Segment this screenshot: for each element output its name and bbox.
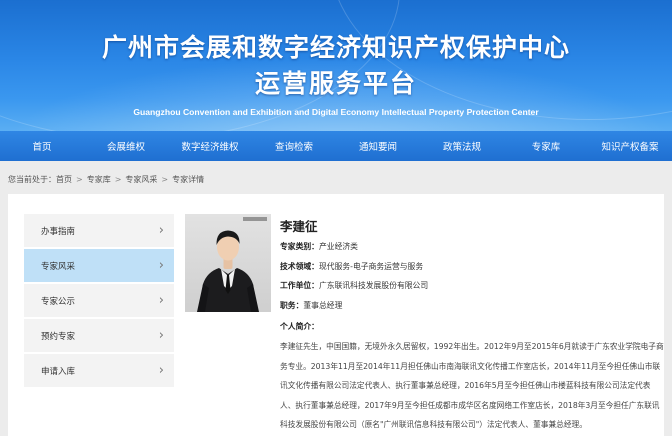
breadcrumb-prefix: 您当前处于： <box>8 175 56 184</box>
header-banner: 广州市会展和数字经济知识产权保护中心 运营服务平台 Guangzhou Conv… <box>0 0 672 131</box>
breadcrumb-separator: > <box>114 175 122 184</box>
chevron-right-icon: › <box>158 293 164 308</box>
sidebar-item-book-expert[interactable]: 预约专家 › <box>24 319 174 352</box>
expert-field-value: 现代服务-电子商务运营与服务 <box>318 262 424 271</box>
breadcrumb-separator: > <box>161 175 169 184</box>
sidebar-item-label: 申请入库 <box>41 366 76 377</box>
sidebar-item-label: 预约专家 <box>41 331 76 342</box>
sidebar-item-label: 办事指南 <box>41 226 76 237</box>
breadcrumb: 您当前处于：首页 > 专家库 > 专家风采 > 专家详情 <box>0 171 672 189</box>
expert-name: 李建征 <box>280 219 318 234</box>
sidebar-item-apply[interactable]: 申请入库 › <box>24 354 174 387</box>
site-title: 广州市会展和数字经济知识产权保护中心 <box>101 33 570 62</box>
expert-unit-label: 工作单位： <box>280 281 319 290</box>
sidebar-item-label: 专家公示 <box>41 296 76 307</box>
chevron-right-icon: › <box>158 363 164 378</box>
nav-item-policies[interactable]: 政策法规 <box>420 139 504 153</box>
breadcrumb-link-home[interactable]: 首页 <box>56 171 72 189</box>
expert-category-row: 专家类别：产业经济类 <box>280 241 358 252</box>
site-title-line2: 运营服务平台 <box>254 69 417 98</box>
expert-category-label: 专家类别： <box>280 242 319 251</box>
main-nav: 首页 会展维权 数字经济维权 查询检索 通知要闻 政策法规 专家库 知识产权备案 <box>0 131 672 161</box>
expert-position-row: 职务：董事总经理 <box>280 300 342 311</box>
expert-field-label: 技术领域： <box>280 262 319 271</box>
nav-item-ip-filing[interactable]: 知识产权备案 <box>588 139 672 153</box>
nav-item-expert-pool[interactable]: 专家库 <box>504 139 588 153</box>
person-portrait-icon <box>185 214 271 312</box>
sidebar: 办事指南 › 专家风采 › 专家公示 › 预约专家 › 申请入库 › <box>24 214 174 389</box>
nav-item-news[interactable]: 通知要闻 <box>336 139 420 153</box>
site-subtitle-english: Guangzhou Convention and Exhibition and … <box>133 107 539 117</box>
expert-position-label: 职务： <box>280 301 304 310</box>
chevron-right-icon: › <box>158 258 164 273</box>
expert-unit-value: 广东联讯科技发展股份有限公司 <box>318 281 429 290</box>
expert-category-value: 产业经济类 <box>318 242 358 251</box>
nav-item-digital-economy-rights[interactable]: 数字经济维权 <box>168 139 252 153</box>
breadcrumb-link-expert-showcase[interactable]: 专家风采 <box>125 171 157 189</box>
expert-bio-label: 个人简介： <box>280 322 319 331</box>
nav-item-exhibition-rights[interactable]: 会展维权 <box>84 139 168 153</box>
sidebar-item-guide[interactable]: 办事指南 › <box>24 214 174 247</box>
breadcrumb-link-expert-pool[interactable]: 专家库 <box>87 171 111 189</box>
sidebar-item-expert-notice[interactable]: 专家公示 › <box>24 284 174 317</box>
chevron-right-icon: › <box>158 223 164 238</box>
expert-bio: 李建征先生，中国国籍，无境外永久居留权，1992年出生。2012年9月至2015… <box>280 342 664 430</box>
expert-photo <box>185 214 271 312</box>
nav-item-home[interactable]: 首页 <box>0 139 84 153</box>
expert-unit-row: 工作单位：广东联讯科技发展股份有限公司 <box>280 280 428 291</box>
sidebar-item-label: 专家风采 <box>41 261 76 272</box>
nav-item-search[interactable]: 查询检索 <box>252 139 336 153</box>
sidebar-item-expert-showcase[interactable]: 专家风采 › <box>24 249 174 282</box>
expert-field-row: 技术领域：现代服务-电子商务运营与服务 <box>280 261 423 272</box>
chevron-right-icon: › <box>158 328 164 343</box>
breadcrumb-separator: > <box>76 175 83 184</box>
expert-position-value: 董事总经理 <box>303 301 343 310</box>
breadcrumb-current: 专家详情 <box>172 175 205 184</box>
